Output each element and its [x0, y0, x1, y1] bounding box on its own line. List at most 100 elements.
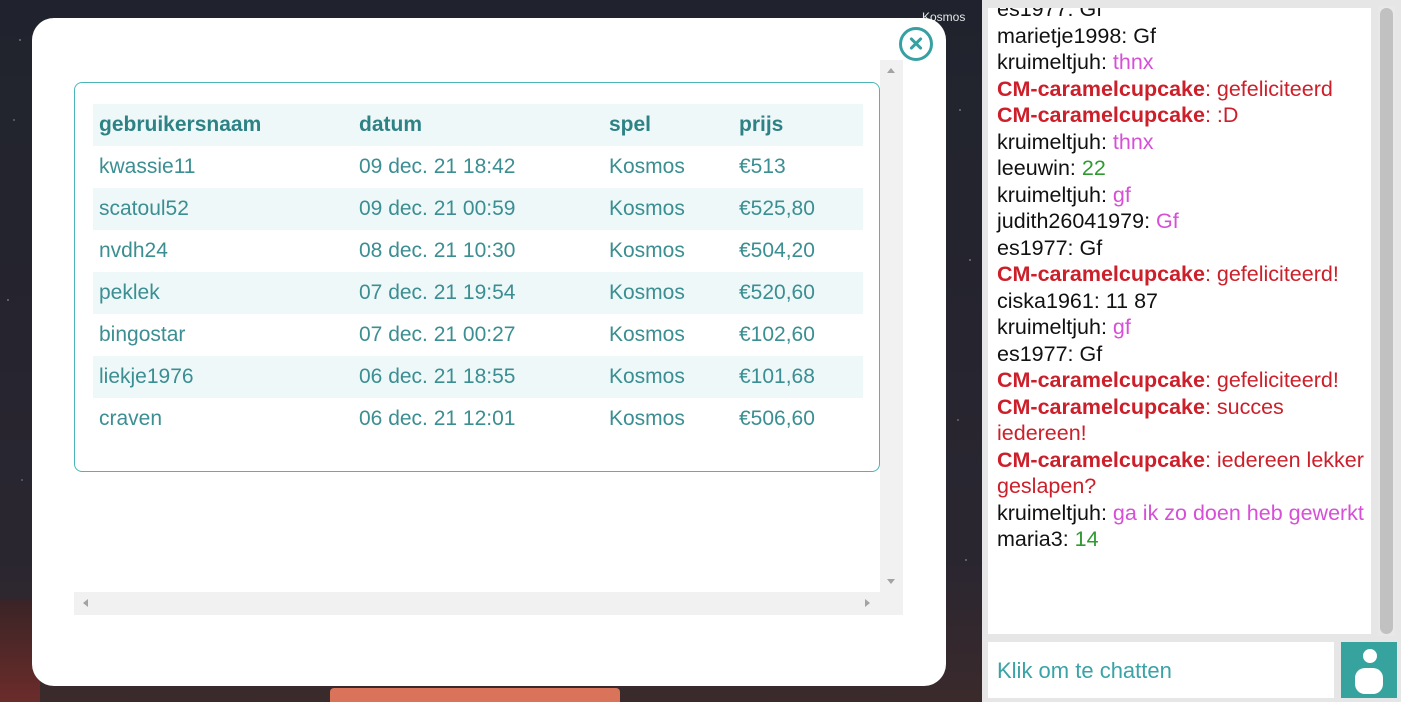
cell-username: liekje1976 [99, 365, 194, 388]
chat-username[interactable]: CM-caramelcupcake [997, 262, 1205, 286]
chat-message: CM-caramelcupcake: :D [997, 102, 1369, 129]
cell-username: craven [99, 407, 163, 430]
chat-text: :D [1216, 103, 1239, 127]
chat-message: kruimeltjuh: gf [997, 182, 1369, 209]
scroll-up-arrow-icon[interactable] [887, 68, 895, 73]
column-header-prize: prijs [739, 113, 784, 136]
close-icon[interactable] [899, 27, 933, 61]
chat-separator: : [1204, 368, 1217, 392]
chat-separator: : [1204, 394, 1217, 419]
scroll-down-arrow-icon[interactable] [887, 579, 895, 584]
chat-username[interactable]: es1977 [997, 236, 1068, 260]
table-row: nvdh24 08 dec. 21 10:30 Kosmos €504,20 [93, 230, 863, 272]
cell-prize: €513 [739, 155, 786, 178]
chat-separator: : [1100, 500, 1113, 525]
chat-log[interactable]: es1977: Gf marietje1998: Gf kruimeltjuh: t… [988, 8, 1371, 634]
chat-username[interactable]: kruimeltjuh [997, 50, 1101, 74]
chat-separator: : [1093, 288, 1106, 313]
table-row: bingostar 07 dec. 21 00:27 Kosmos €102,60 [93, 314, 863, 356]
column-header-username: gebruikersnaam [99, 113, 262, 136]
chat-username[interactable]: marietje1998 [997, 24, 1121, 48]
cell-username: nvdh24 [99, 239, 168, 262]
chat-text: 11 87 [1105, 288, 1158, 313]
chat-message: leeuwin: 22 [997, 155, 1369, 182]
chat-separator: : [1204, 262, 1217, 286]
chat-username[interactable]: kruimeltjuh [997, 501, 1101, 525]
cell-prize: €520,60 [739, 281, 815, 304]
horizontal-scrollbar[interactable] [74, 592, 903, 615]
cell-username: kwassie11 [99, 155, 196, 178]
cell-date: 06 dec. 21 12:01 [359, 407, 516, 430]
chat-scrollbar[interactable] [1378, 6, 1395, 636]
chat-text: Gf [1079, 341, 1103, 366]
chat-username[interactable]: es1977 [997, 8, 1068, 21]
vertical-scrollbar[interactable] [880, 60, 903, 592]
chat-message: es1977: Gf [997, 341, 1369, 368]
table-row: peklek 07 dec. 21 19:54 Kosmos €520,60 [93, 272, 863, 314]
winners-table: gebruikersnaam datum spel prijs kwassie1… [93, 104, 863, 440]
chat-message: es1977: Gf [997, 8, 1369, 23]
cell-prize: €101,68 [739, 365, 815, 388]
chat-username[interactable]: ciska1961 [997, 289, 1094, 313]
cell-game: Kosmos [609, 197, 685, 220]
cell-date: 09 dec. 21 00:59 [359, 197, 516, 220]
column-header-game: spel [609, 113, 652, 136]
chat-message: CM-caramelcupcake: iedereen lekker gesla… [997, 447, 1369, 500]
chat-username[interactable]: CM-caramelcupcake [997, 77, 1205, 101]
cell-prize: €102,60 [739, 323, 815, 346]
scroll-left-arrow-icon[interactable] [83, 599, 88, 607]
cell-date: 07 dec. 21 00:27 [359, 323, 516, 346]
chat-text: Gf [1079, 8, 1103, 21]
cell-prize: €504,20 [739, 239, 815, 262]
chat-separator: : [1069, 156, 1082, 180]
cell-prize: €525,80 [739, 197, 815, 220]
chat-text: thnx [1112, 129, 1154, 154]
table-row: kwassie11 09 dec. 21 18:42 Kosmos €513 [93, 146, 863, 188]
chat-text: gefeliciteerd! [1216, 262, 1339, 286]
chat-separator: : [1100, 315, 1113, 339]
chat-message: kruimeltjuh: gf [997, 314, 1369, 341]
chat-text: gefeliciteerd! [1216, 368, 1339, 392]
table-row: liekje1976 06 dec. 21 18:55 Kosmos €101,68 [93, 356, 863, 398]
chat-separator: : [1121, 23, 1134, 48]
cell-game: Kosmos [609, 239, 685, 262]
scroll-right-arrow-icon[interactable] [865, 599, 870, 607]
cell-username: bingostar [99, 323, 186, 346]
cell-game: Kosmos [609, 323, 685, 346]
chat-message: ciska1961: 11 87 [997, 288, 1369, 315]
chat-separator: : [1100, 129, 1113, 154]
winners-table-container: gebruikersnaam datum spel prijs kwassie1… [74, 82, 880, 472]
chat-username[interactable]: es1977 [997, 342, 1068, 366]
cell-date: 09 dec. 21 18:42 [359, 155, 516, 178]
chat-username[interactable]: CM-caramelcupcake [997, 448, 1205, 472]
chat-text: Gf [1156, 209, 1179, 233]
chat-separator: : [1067, 235, 1080, 260]
chat-username[interactable]: CM-caramelcupcake [997, 103, 1205, 127]
chat-scrollbar-thumb[interactable] [1380, 8, 1393, 634]
chat-username[interactable]: kruimeltjuh [997, 183, 1101, 207]
chat-text: 14 [1074, 527, 1099, 551]
chat-message: marietje1998: Gf [997, 23, 1369, 50]
chat-separator: : [1100, 182, 1113, 207]
chat-text: ga ik zo doen heb gewerkt [1112, 500, 1364, 525]
chat-text: Gf [1133, 23, 1156, 48]
chat-separator: : [1204, 447, 1217, 472]
chat-username[interactable]: kruimeltjuh [997, 315, 1101, 339]
chat-username[interactable]: kruimeltjuh [997, 130, 1101, 154]
chat-text: 22 [1081, 156, 1106, 180]
chat-text: gefeliciteerd [1216, 76, 1333, 101]
cell-game: Kosmos [609, 407, 685, 430]
cell-game: Kosmos [609, 155, 685, 178]
chat-message: CM-caramelcupcake: gefeliciteerd! [997, 261, 1369, 288]
chat-username[interactable]: maria3 [997, 527, 1063, 551]
chat-separator: : [1204, 76, 1217, 101]
chat-username[interactable]: judith26041979 [997, 209, 1144, 233]
chat-input[interactable]: Klik om te chatten [988, 642, 1334, 698]
chat-username[interactable]: leeuwin [997, 156, 1070, 180]
user-icon[interactable] [1341, 642, 1397, 698]
chat-username[interactable]: CM-caramelcupcake [997, 395, 1205, 419]
chat-username[interactable]: CM-caramelcupcake [997, 368, 1205, 392]
table-row: scatoul52 09 dec. 21 00:59 Kosmos €525,80 [93, 188, 863, 230]
chat-message: judith26041979: Gf [997, 208, 1369, 235]
chat-separator: : [1062, 527, 1075, 551]
